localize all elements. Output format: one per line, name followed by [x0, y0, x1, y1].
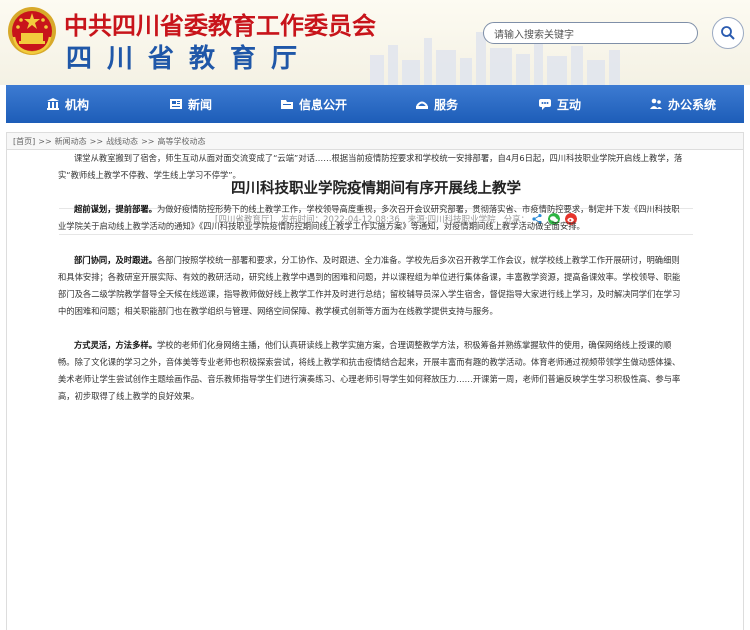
breadcrumb-home-link[interactable]: [首页]: [13, 136, 35, 147]
nav-item-office-system[interactable]: 办公系统: [621, 85, 744, 123]
search-input[interactable]: 请输入搜索关键字: [483, 22, 698, 44]
article-paragraph: 方式灵活，方法多样。学校的老师们化身网络主播，他们认真研读线上教学实施方案，合理…: [58, 337, 686, 405]
nav-item-label: 信息公开: [298, 97, 347, 112]
search-placeholder: 请输入搜索关键字: [494, 29, 574, 41]
paragraph-lead: 部门协同，及时跟进。: [74, 255, 157, 265]
site-title: 中共四川省委教育工作委员会: [64, 11, 376, 40]
paragraph-lead: 方式灵活，方法多样。: [74, 340, 157, 350]
breadcrumb-news-link[interactable]: 新闻动态: [55, 136, 87, 147]
nav-item-label: 办公系统: [667, 97, 716, 112]
nav-item-service[interactable]: 服务: [375, 85, 498, 123]
article-body: 课堂从教室搬到了宿舍，师生互动从面对面交流变成了“云端”对话……根据当前疫情防控…: [58, 150, 686, 422]
article-paragraph: 超前谋划，提前部署。为做好疫情防控形势下的线上教学工作，学校领导高度重视，多次召…: [58, 201, 686, 235]
paragraph-text: 课堂从教室搬到了宿舍，师生互动从面对面交流变成了“云端”对话……根据当前疫情防控…: [58, 153, 683, 180]
breadcrumb-separator: >>: [89, 136, 104, 146]
search-button[interactable]: [712, 17, 744, 49]
breadcrumb-frontline-link[interactable]: 战线动态: [106, 136, 138, 147]
main-nav: 机构 新闻 信息公开 服务 互动 办公系统: [6, 85, 744, 123]
nav-item-interaction[interactable]: 互动: [498, 85, 621, 123]
site-subtitle: 四川省教育厅: [66, 44, 313, 74]
article-paragraph: 部门协同，及时跟进。各部门按照学校统一部署和要求，分工协作、及时跟进、全力准备。…: [58, 252, 686, 320]
breadcrumb: [首页] >> 新闻动态 >> 战线动态 >> 高等学校动态: [6, 132, 744, 150]
nav-item-label: 新闻: [187, 97, 212, 112]
nav-item-label: 服务: [433, 97, 458, 112]
site-header: 中共四川省委教育工作委员会 四川省教育厅 请输入搜索关键字: [0, 0, 750, 85]
article-paragraph: 课堂从教室搬到了宿舍，师生互动从面对面交流变成了“云端”对话……根据当前疫情防控…: [58, 150, 686, 184]
nav-item-info-disclosure[interactable]: 信息公开: [252, 85, 375, 123]
breadcrumb-separator: >>: [141, 136, 155, 146]
nav-item-institution[interactable]: 机构: [6, 85, 129, 123]
paragraph-lead: 超前谋划，提前部署。: [74, 204, 157, 214]
building-icon: [46, 98, 59, 110]
nav-item-label: 互动: [556, 97, 581, 112]
nav-item-news[interactable]: 新闻: [129, 85, 252, 123]
search-icon: [721, 26, 735, 40]
people-icon: [649, 98, 662, 109]
nav-item-label: 机构: [64, 97, 89, 112]
service-icon: [415, 101, 428, 109]
folder-icon: [280, 100, 293, 109]
chat-icon: [538, 99, 551, 110]
national-emblem-logo: [8, 7, 56, 55]
breadcrumb-separator: >>: [38, 136, 52, 146]
newspaper-icon: [169, 99, 182, 109]
breadcrumb-university-link[interactable]: 高等学校动态: [157, 136, 205, 147]
